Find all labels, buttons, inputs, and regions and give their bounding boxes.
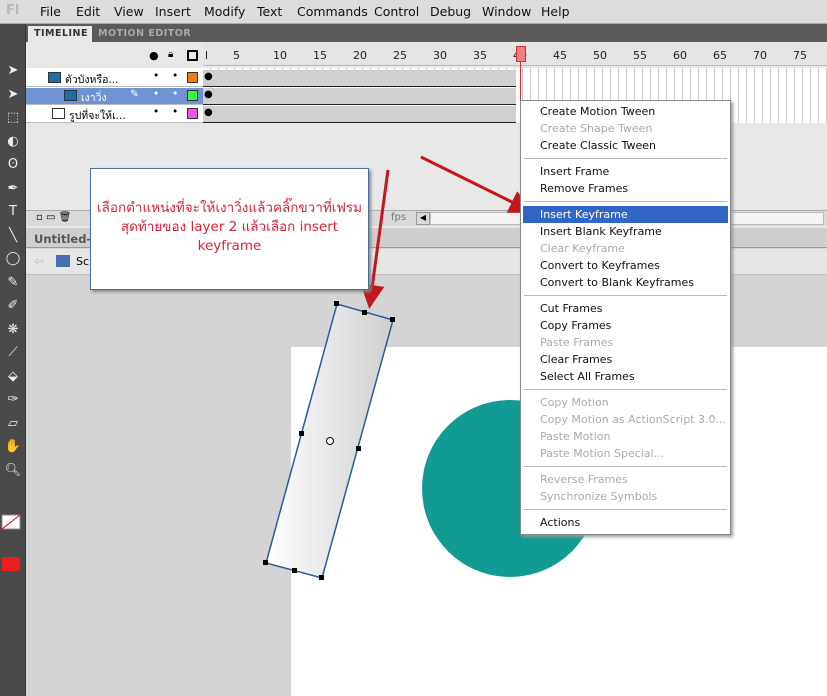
menu-item-copy-frames[interactable]: Copy Frames xyxy=(523,317,728,334)
menu-item-create-shape-tween[interactable]: Create Shape Tween xyxy=(523,120,728,137)
menu-item-create-classic-tween[interactable]: Create Classic Tween xyxy=(523,137,728,154)
arrow-to-menu-item xyxy=(420,155,534,213)
menu-item-reverse-frames[interactable]: Reverse Frames xyxy=(523,471,728,488)
menu-item-clear-keyframe[interactable]: Clear Keyframe xyxy=(523,240,728,257)
menu-item-create-motion-tween[interactable]: Create Motion Tween xyxy=(523,103,728,120)
menu-separator xyxy=(524,389,727,390)
context-menu: Create Motion Tween Create Shape Tween Cre… xyxy=(520,100,731,535)
menu-item-copy-motion-as-actionscript-3-0[interactable]: Copy Motion as ActionScript 3.0... xyxy=(523,411,728,428)
instruction-callout: เลือกตำแหน่งที่จะให้เงาวิ่งแล้วคลิ๊กขวาท… xyxy=(90,168,369,290)
menu-item-actions[interactable]: Actions xyxy=(523,514,728,531)
menu-item-copy-motion[interactable]: Copy Motion xyxy=(523,394,728,411)
menu-item-select-all-frames[interactable]: Select All Frames xyxy=(523,368,728,385)
menu-item-convert-to-keyframes[interactable]: Convert to Keyframes xyxy=(523,257,728,274)
menu-separator xyxy=(524,466,727,467)
menu-item-synchronize-symbols[interactable]: Synchronize Symbols xyxy=(523,488,728,505)
menu-item-clear-frames[interactable]: Clear Frames xyxy=(523,351,728,368)
menu-item-paste-frames[interactable]: Paste Frames xyxy=(523,334,728,351)
menu-item-cut-frames[interactable]: Cut Frames xyxy=(523,300,728,317)
menu-item-insert-frame[interactable]: Insert Frame xyxy=(523,163,728,180)
menu-separator xyxy=(524,295,727,296)
menu-separator xyxy=(524,509,727,510)
menu-item-convert-to-blank-keyframes[interactable]: Convert to Blank Keyframes xyxy=(523,274,728,291)
menu-item-paste-motion[interactable]: Paste Motion xyxy=(523,428,728,445)
menu-item-paste-motion-special[interactable]: Paste Motion Special... xyxy=(523,445,728,462)
fill-color-swatch xyxy=(2,557,20,571)
menu-separator xyxy=(524,201,727,202)
menu-item-remove-frames[interactable]: Remove Frames xyxy=(523,180,728,197)
menu-item-insert-keyframe[interactable]: Insert Keyframe xyxy=(523,206,728,223)
transform-point-icon xyxy=(326,437,334,445)
menu-separator xyxy=(524,158,727,159)
menu-item-insert-blank-keyframe[interactable]: Insert Blank Keyframe xyxy=(523,223,728,240)
arrow-to-shape xyxy=(360,169,390,309)
